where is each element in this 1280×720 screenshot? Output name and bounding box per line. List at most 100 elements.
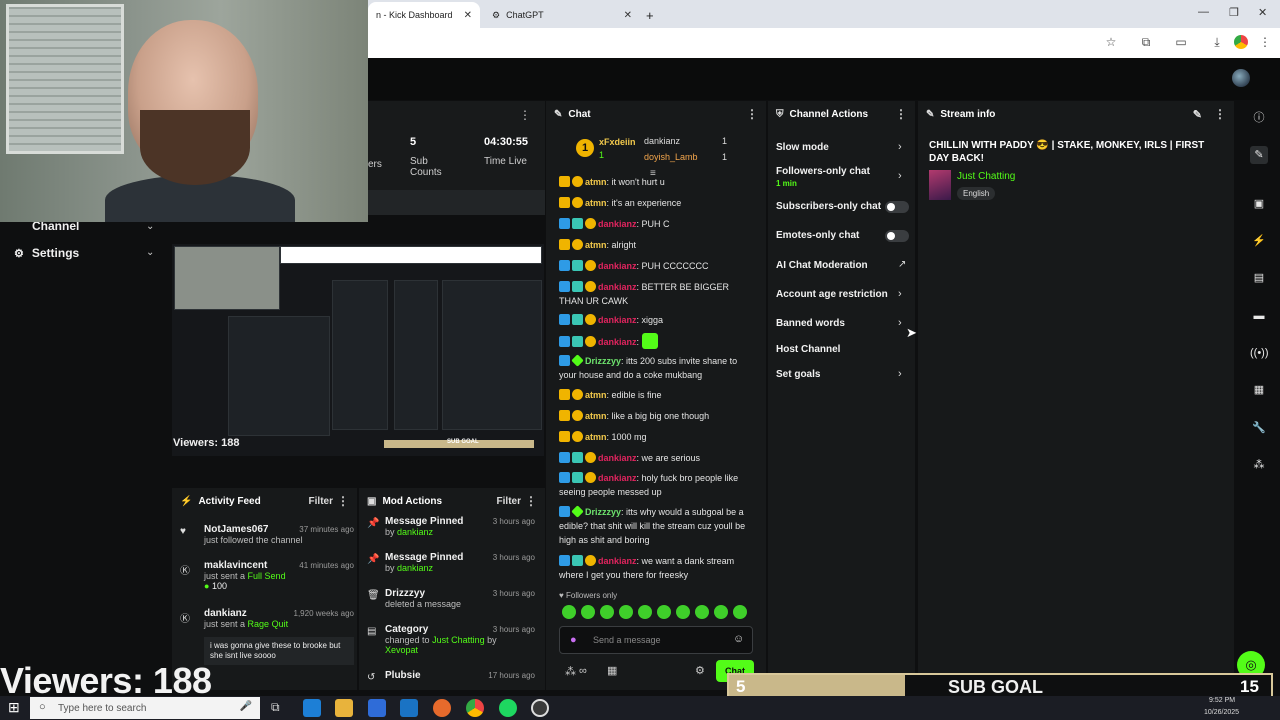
subscribers-only-toggle[interactable] [885,201,909,213]
category-thumbnail[interactable] [929,170,951,200]
panel-menu-icon[interactable]: ⋮ [337,494,349,508]
chat-username[interactable]: dankianz [598,473,637,483]
new-tab-button[interactable]: + [642,2,662,28]
chat-input[interactable]: ● Send a message ☺ [559,626,753,654]
chat-username[interactable]: dankianz [598,261,637,271]
set-goals-item[interactable]: Set goals [776,369,820,380]
chat-username[interactable]: atmn [585,198,607,208]
panel-menu-icon[interactable]: ⋮ [1214,107,1226,121]
emotes-only-toggle[interactable] [885,230,909,242]
followers-only-item[interactable]: Followers-only chat 1 min [776,166,870,188]
cast-icon[interactable]: ▭ [1174,35,1188,49]
edge-icon[interactable] [303,699,321,717]
activity-user[interactable]: maklavincent [204,560,267,571]
avatar[interactable] [1232,69,1250,87]
panel-menu-icon[interactable]: ⋮ [519,108,531,122]
chat-username[interactable]: dankianz [598,337,637,347]
emote-icon[interactable] [714,605,728,619]
close-icon[interactable]: ✕ [624,10,632,21]
download-icon[interactable]: ⤓ [1210,35,1224,49]
mod-action-user[interactable]: dankianz [397,563,433,573]
apps-icon[interactable]: ⁂ [1250,456,1268,474]
ai-moderation-item[interactable]: AI Chat Moderation [776,260,868,271]
chat-username[interactable]: atmn [585,390,607,400]
panel-menu-icon[interactable]: ⋮ [525,494,537,508]
chat-username[interactable]: dankianz [598,219,637,229]
emote-icon[interactable] [638,605,652,619]
panel-menu-icon[interactable]: ⋮ [746,107,758,121]
gear-icon[interactable]: ⚙ [695,664,705,677]
panel-menu-icon[interactable]: ⋮ [895,107,907,121]
tab-kick-dashboard[interactable]: n - Kick Dashboard ✕ [368,2,480,28]
restore-icon[interactable]: ❐ [1229,6,1239,19]
chrome-icon[interactable] [466,699,484,717]
mail-icon[interactable] [400,699,418,717]
emote-icon[interactable] [600,605,614,619]
microphone-icon[interactable]: ● [570,634,577,646]
chevron-down-icon[interactable]: ⌄ [146,221,154,232]
chat-username[interactable]: atmn [585,411,607,421]
chat-username[interactable]: Drizzzyy [585,356,621,366]
document-icon[interactable]: ▤ [1250,269,1268,287]
emote-icon[interactable] [619,605,633,619]
info-icon[interactable]: ⓘ [1250,109,1268,127]
chat-bubble-icon[interactable]: ▬ [1250,307,1268,325]
chat-username[interactable]: Drizzzyy [585,507,621,517]
file-explorer-icon[interactable] [335,699,353,717]
gift-icon[interactable]: ▦ [607,664,617,677]
chat-username[interactable]: dankianz [598,556,637,566]
minimize-icon[interactable]: — [1198,6,1209,18]
emote-icon[interactable] [657,605,671,619]
mod-tools-icon[interactable]: ⁂ [565,665,576,678]
sidebar-item-settings[interactable]: ⚙ Settings [14,246,79,260]
emote-icon[interactable] [581,605,595,619]
top-gifter-name[interactable]: xFxdeiin [599,137,636,147]
emoji-icon[interactable]: ☺ [733,633,744,645]
broadcast-icon[interactable]: ((•)) [1250,344,1269,362]
external-link-icon[interactable]: ↗ [898,259,906,270]
emote-icon[interactable] [733,605,747,619]
wrench-icon[interactable]: 🔧 [1250,419,1268,437]
obs-icon[interactable] [531,699,549,717]
layout-icon[interactable]: ▦ [1250,381,1268,399]
chevron-right-icon[interactable]: › [898,170,902,182]
chat-username[interactable]: dankianz [598,282,637,292]
chat-username[interactable]: atmn [585,432,607,442]
account-age-item[interactable]: Account age restriction [776,289,888,300]
top-gifter-name[interactable]: doyish_Lamb [644,152,698,162]
banned-words-item[interactable]: Banned words [776,318,845,329]
chevron-right-icon[interactable]: › [898,141,902,153]
menu-icon[interactable]: ⋮ [1258,35,1272,49]
chevron-down-icon[interactable]: ⌄ [146,247,154,258]
chevron-right-icon[interactable]: › [898,368,902,380]
chevron-right-icon[interactable]: › [898,288,902,300]
tab-chatgpt[interactable]: ⚙ ChatGPT ✕ [484,2,640,28]
edit-icon[interactable]: ✎ [1193,108,1202,121]
store-icon[interactable] [368,699,386,717]
chat-username[interactable]: atmn [585,177,607,187]
top-gifter-name[interactable]: dankianz [644,136,680,146]
chevron-right-icon[interactable]: › [898,317,902,329]
emote-icon[interactable] [676,605,690,619]
profile-icon[interactable] [1234,35,1248,49]
taskbar-search[interactable]: ○ Type here to search 🎤 [30,697,260,719]
windows-start-icon[interactable]: ⊞ [8,699,20,716]
category-link[interactable]: Just Chatting [957,171,1015,182]
infinity-icon[interactable]: ∞ [579,665,587,677]
close-icon[interactable]: ✕ [464,10,472,21]
mod-action-user[interactable]: Xevopat [385,645,535,655]
emote-icon[interactable] [695,605,709,619]
activity-user[interactable]: NotJames067 [204,524,268,535]
edit-icon[interactable]: ✎ [1250,146,1268,164]
activity-user[interactable]: dankianz [204,608,247,619]
chat-username[interactable]: dankianz [598,453,637,463]
mod-action-user[interactable]: dankianz [397,527,433,537]
extensions-icon[interactable]: ⧉ [1139,35,1153,49]
chat-username[interactable]: dankianz [598,315,637,325]
stream-preview[interactable]: SUB GOAL Viewers: 188 [172,244,544,456]
chat-username[interactable]: atmn [585,240,607,250]
emote-icon[interactable] [562,605,576,619]
task-view-icon[interactable]: ⧉ [271,700,280,715]
slow-mode-item[interactable]: Slow mode [776,142,829,153]
filter-button[interactable]: Filter [497,496,521,507]
